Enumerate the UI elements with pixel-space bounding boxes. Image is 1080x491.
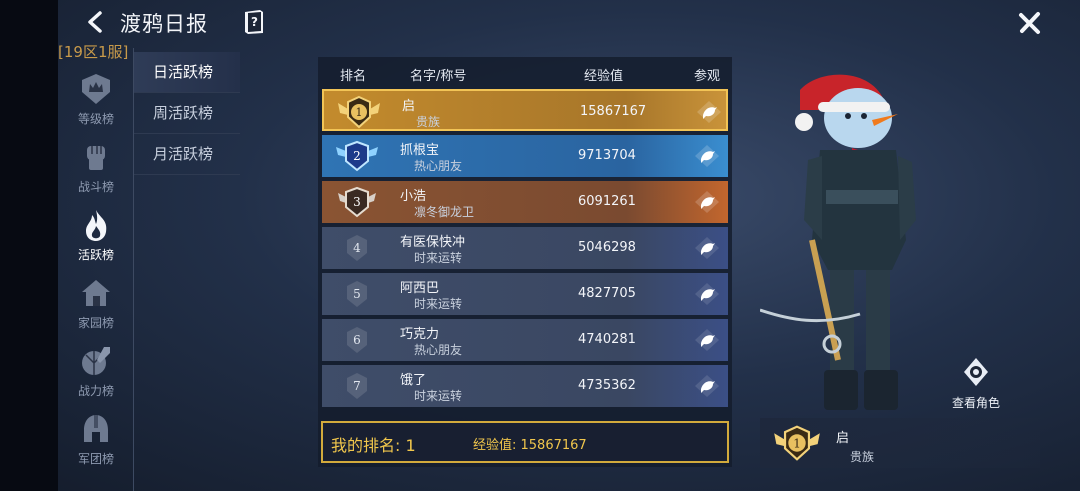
player-xp: 5046298 (578, 240, 636, 255)
my-rank-label: 我的排名: 1 (331, 436, 416, 455)
house-icon (82, 280, 110, 306)
raven-visit-icon[interactable] (692, 189, 722, 215)
rank-number: 3 (353, 195, 361, 209)
raven-visit-icon[interactable] (692, 143, 722, 169)
rail-item-active[interactable]: 活跃榜 (58, 204, 134, 268)
server-label: [19区1服] (58, 43, 129, 61)
fist-icon (87, 146, 105, 170)
rank-number: 1 (793, 436, 801, 450)
raven-visit-icon[interactable] (692, 327, 722, 353)
table-row[interactable]: 6 巧克力 热心朋友 4740281 (322, 319, 728, 361)
table-row[interactable]: 3 小浩 凛冬御龙卫 6091261 (322, 181, 728, 223)
player-xp: 15867167 (580, 104, 647, 119)
selected-player-card: 1 启 贵族 (760, 418, 1040, 468)
player-xp: 9713704 (578, 148, 636, 163)
rank-number: 7 (353, 379, 361, 393)
rail-item-fight[interactable]: 战斗榜 (58, 136, 134, 200)
view-character-label: 查看角色 (951, 396, 1000, 410)
rail-label: 等级榜 (77, 112, 114, 126)
left-edge (0, 0, 58, 491)
header-name: 名字/称号 (410, 69, 467, 84)
selected-player-title: 贵族 (850, 450, 875, 464)
player-xp: 4735362 (578, 378, 636, 393)
rank-number: 4 (353, 241, 361, 255)
header-rank: 排名 (340, 69, 367, 84)
table-row[interactable]: 4 有医保快冲 时来运转 5046298 (322, 227, 728, 269)
my-xp-label: 经验值: 15867167 (473, 438, 587, 453)
rank-number: 2 (353, 149, 361, 163)
player-name: 小浩 (400, 189, 427, 204)
player-xp: 4827705 (578, 286, 636, 301)
player-name: 启 (402, 99, 416, 114)
player-xp: 6091261 (578, 194, 636, 209)
rail-item-home[interactable]: 家园榜 (58, 272, 134, 336)
player-title: 时来运转 (414, 297, 463, 311)
raven-visit-icon[interactable] (692, 373, 722, 399)
raven-visit-icon[interactable] (694, 99, 724, 125)
rail-label: 军团榜 (77, 452, 114, 466)
helmet-icon (84, 415, 108, 442)
rank-hexagon-icon: 7 (347, 373, 367, 399)
character-model (760, 74, 916, 410)
rank-hexagon-icon: 4 (347, 235, 367, 261)
rail-label: 家园榜 (77, 316, 114, 330)
rail-label: 活跃榜 (77, 248, 114, 262)
player-title: 热心朋友 (414, 159, 463, 173)
category-rail: 等级榜 战斗榜 活跃榜 家园榜 战力榜 军团榜 (58, 62, 134, 491)
player-name: 有医保快冲 (400, 235, 466, 250)
player-title: 时来运转 (414, 389, 463, 403)
tab-daily[interactable]: 日活跃榜 (134, 52, 240, 93)
tab-weekly[interactable]: 周活跃榜 (134, 93, 240, 134)
player-title: 贵族 (416, 115, 441, 129)
player-title: 凛冬御龙卫 (414, 205, 475, 219)
flame-icon (86, 210, 107, 241)
my-rank-bar: 我的排名: 1 经验值: 15867167 (321, 421, 729, 463)
player-name: 阿西巴 (400, 281, 440, 296)
table-row[interactable]: 1 启 贵族 15867167 (322, 89, 728, 131)
game-screen: 渡鸦日报 ? [19区1服] 等级榜 战斗榜 活跃榜 家园榜 战力榜 军团榜 日… (0, 0, 1080, 491)
rank-number: 1 (356, 106, 363, 119)
player-name: 饿了 (400, 373, 427, 388)
header-xp: 经验值 (584, 69, 624, 84)
gold-rank-badge-icon: 1 (338, 95, 380, 129)
player-title: 热心朋友 (414, 343, 463, 357)
player-xp: 4740281 (578, 332, 636, 347)
rail-label: 战力榜 (77, 384, 114, 398)
ranking-table: 排名 名字/称号 经验值 参观 1 启 贵族 15867167 2 抓根宝 热心… (318, 57, 732, 467)
raven-visit-icon[interactable] (692, 281, 722, 307)
rail-item-legion[interactable]: 军团榜 (58, 408, 134, 472)
period-tabs: 日活跃榜 周活跃榜 月活跃榜 (134, 52, 240, 175)
eye-icon (964, 358, 988, 386)
svg-text:?: ? (251, 15, 258, 29)
crown-shield-icon (82, 74, 110, 104)
header-view: 参观 (694, 69, 721, 84)
player-name: 巧克力 (400, 327, 440, 342)
tab-monthly[interactable]: 月活跃榜 (134, 134, 240, 175)
player-name: 抓根宝 (400, 143, 440, 158)
table-header: 排名 名字/称号 经验值 参观 (318, 57, 732, 87)
rail-label: 战斗榜 (77, 180, 114, 194)
rank-number: 6 (353, 333, 361, 347)
table-row[interactable]: 7 饿了 时来运转 4735362 (322, 365, 728, 407)
rail-item-power[interactable]: 战力榜 (58, 340, 134, 404)
selected-player-name: 启 (836, 431, 850, 446)
rank-hexagon-icon: 6 (347, 327, 367, 353)
raven-visit-icon[interactable] (692, 235, 722, 261)
rank-number: 5 (353, 287, 361, 301)
back-arrow-icon[interactable] (84, 10, 108, 34)
help-book-icon[interactable]: ? (242, 9, 266, 35)
gold-rank-badge-icon: 1 (774, 425, 820, 461)
close-icon[interactable] (1016, 9, 1044, 37)
view-character-button[interactable]: 查看角色 (946, 356, 1006, 411)
table-row[interactable]: 5 阿西巴 时来运转 4827705 (322, 273, 728, 315)
table-row[interactable]: 2 抓根宝 热心朋友 9713704 (322, 135, 728, 177)
player-title: 时来运转 (414, 251, 463, 265)
page-title: 渡鸦日报 (120, 12, 208, 36)
rank-hexagon-icon: 5 (347, 281, 367, 307)
shield-sword-icon (82, 347, 110, 375)
silver-rank-badge-icon: 2 (336, 140, 378, 172)
bronze-rank-badge-icon: 3 (338, 186, 376, 218)
rail-item-level[interactable]: 等级榜 (58, 68, 134, 132)
